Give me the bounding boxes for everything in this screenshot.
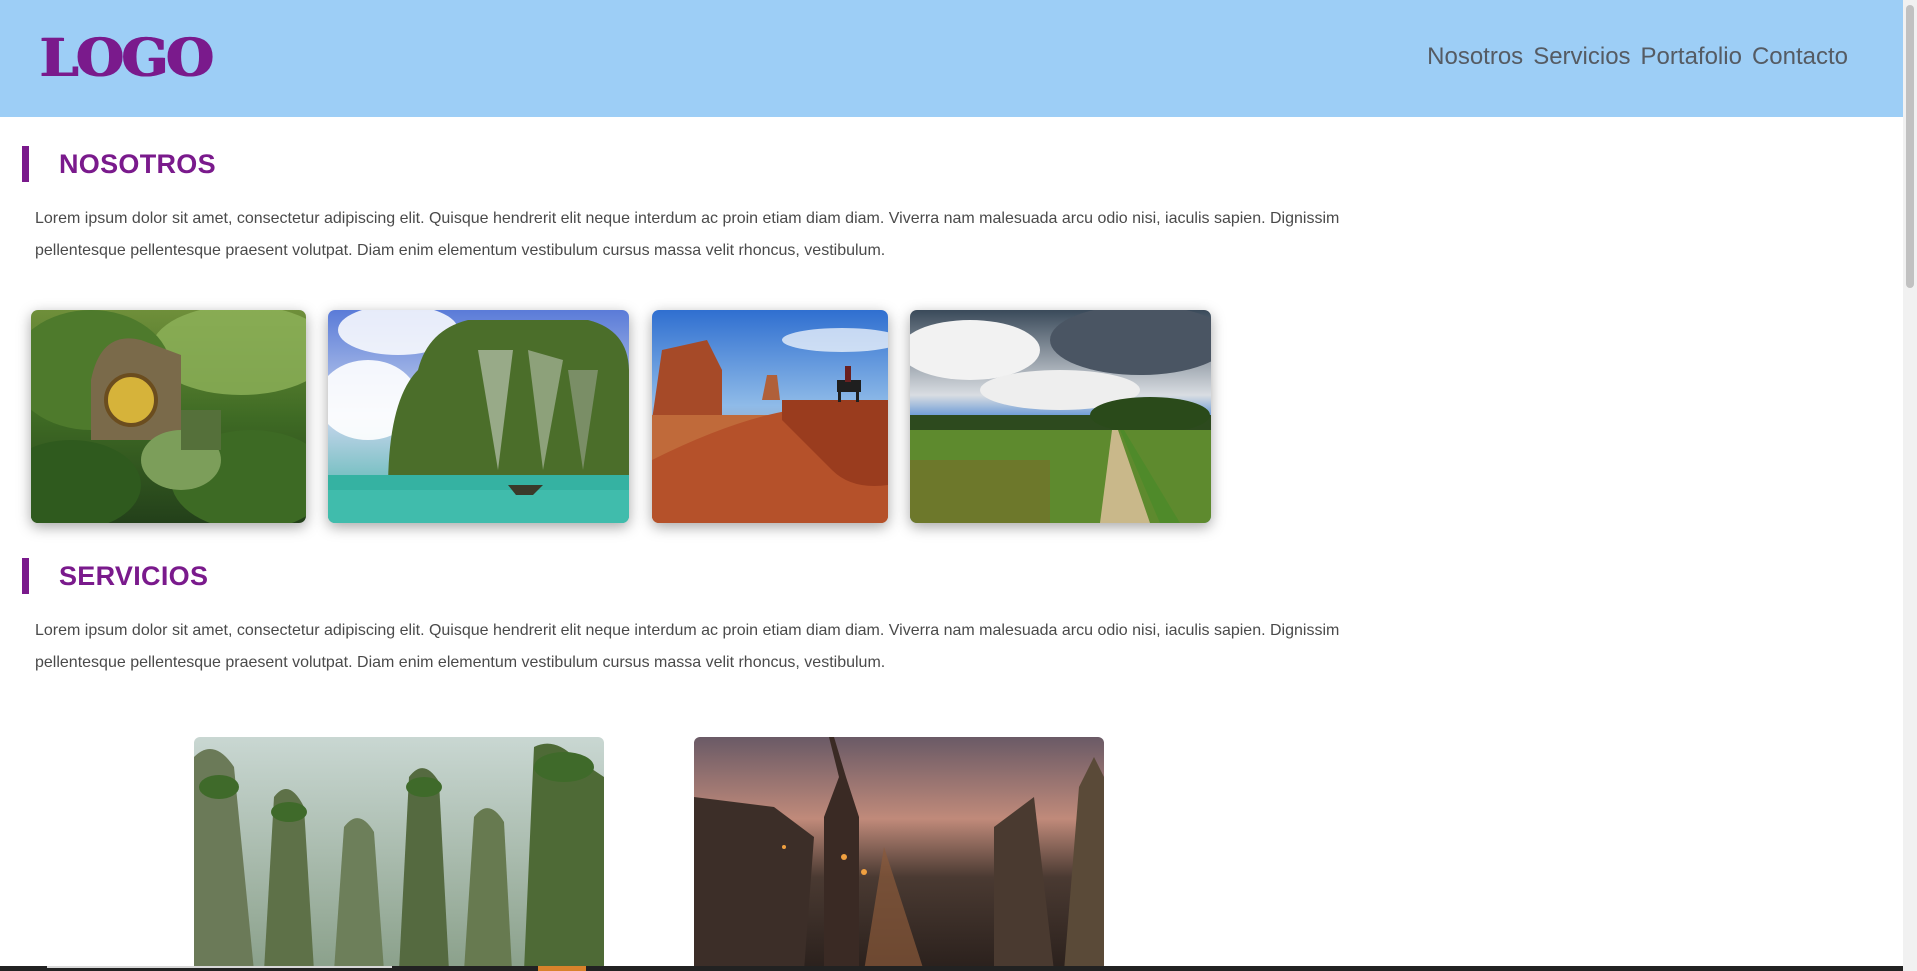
nosotros-title: NOSOTROS <box>59 148 216 179</box>
bottom-strip-highlight <box>538 966 586 971</box>
desert-horse-rider-image <box>652 310 888 523</box>
scrollbar-thumb[interactable] <box>1906 5 1914 288</box>
heading-accent-bar <box>22 146 29 182</box>
bottom-strip-segment <box>47 966 392 968</box>
site-logo[interactable]: LOGO <box>40 30 214 88</box>
servicios-text: Lorem ipsum dolor sit amet, consectetur … <box>35 622 1340 671</box>
tropical-cliff-image <box>328 310 629 523</box>
nav-link-contacto[interactable]: Contacto <box>1752 42 1848 72</box>
karst-pillars-image <box>194 737 604 971</box>
nosotros-heading: NOSOTROS <box>22 146 216 182</box>
fantasy-city-image <box>694 737 1104 971</box>
heading-accent-bar <box>22 558 29 594</box>
hobbit-house-image <box>31 310 306 523</box>
bottom-scroll-strip <box>0 966 1903 971</box>
country-road-field-image <box>910 310 1211 523</box>
main-nav: Nosotros Servicios Portafolio Contacto <box>1427 42 1848 72</box>
nav-link-portafolio[interactable]: Portafolio <box>1641 42 1742 72</box>
servicios-title: SERVICIOS <box>59 560 209 591</box>
page: LOGO Nosotros Servicios Portafolio Conta… <box>0 0 1903 971</box>
site-header: LOGO Nosotros Servicios Portafolio Conta… <box>0 0 1903 117</box>
nav-link-servicios[interactable]: Servicios <box>1533 42 1630 72</box>
servicios-heading: SERVICIOS <box>22 558 208 594</box>
nav-link-nosotros[interactable]: Nosotros <box>1427 42 1523 72</box>
nosotros-text: Lorem ipsum dolor sit amet, consectetur … <box>35 210 1340 259</box>
vertical-scrollbar[interactable] <box>1903 0 1917 971</box>
